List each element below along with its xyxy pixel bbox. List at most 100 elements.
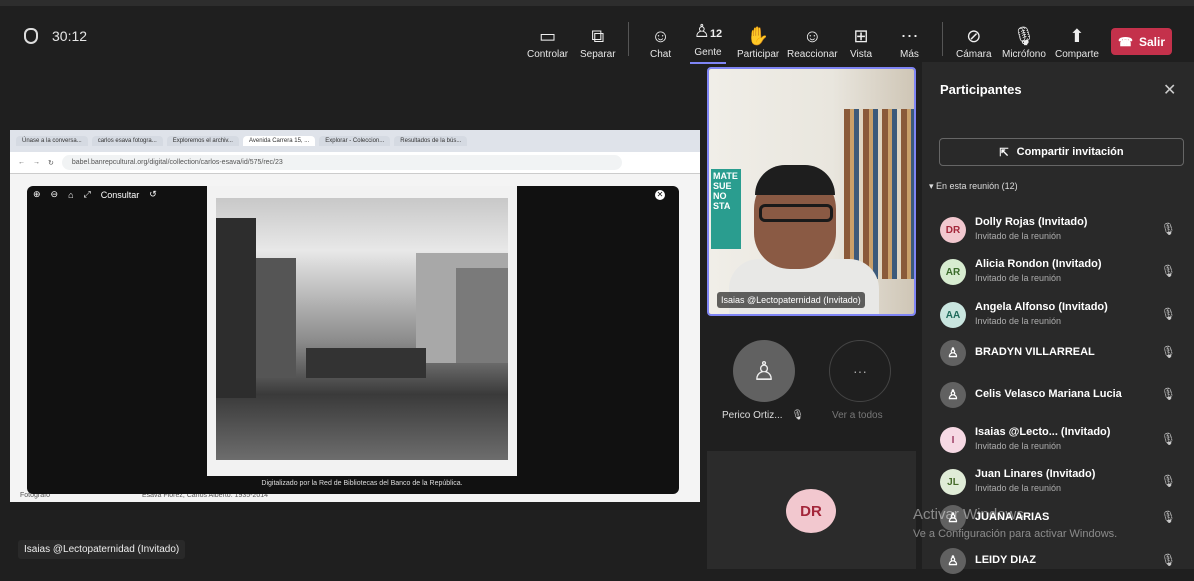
caret-down-icon: ▾	[929, 181, 934, 191]
participant-role: Invitado de la reunión	[975, 483, 1062, 493]
forward-icon[interactable]: →	[33, 159, 40, 166]
mic-status-icon: 🎙	[1160, 345, 1176, 359]
camara-button[interactable]: ⊘ Cámara	[956, 14, 992, 64]
participant-row[interactable]: DR Dolly Rojas (Invitado) Invitado de la r…	[940, 210, 1190, 250]
people-count: 12	[709, 28, 723, 40]
ver-todos-button[interactable]: ···	[829, 340, 891, 402]
browser-tab[interactable]: Avenida Carrera 15, ...	[242, 136, 316, 146]
participant-name: Alicia Rondon (Invitado)	[975, 258, 1102, 270]
reload-icon[interactable]: ↻	[48, 159, 54, 167]
mic-status-icon: 🎙	[1160, 432, 1176, 446]
participar-button[interactable]: ✋ Participar	[737, 14, 779, 64]
rotate-icon[interactable]: ↺	[149, 189, 157, 200]
building-left-2	[256, 258, 296, 378]
smiley-icon: ☺	[803, 26, 822, 46]
participant-avatar: DR	[940, 217, 966, 243]
participant-row[interactable]: JL Juan Linares (Invitado) Invitado de la …	[940, 462, 1190, 502]
separar-button[interactable]: ⧉ Separar	[580, 14, 616, 64]
zoom-in-icon[interactable]: ⊕	[33, 189, 41, 200]
participant-row[interactable]: ♙ Celis Velasco Mariana Lucia 🎙	[940, 375, 1190, 415]
mic-status-icon: 🎙	[1160, 307, 1176, 321]
participant-avatar: ♙	[940, 382, 966, 408]
bookshelf	[844, 109, 914, 279]
shield-icon	[24, 28, 38, 44]
participant-row[interactable]: AA Angela Alfonso (Invitado) Invitado de l…	[940, 295, 1190, 335]
participant-name: Isaias @Lecto... (Invitado)	[975, 426, 1111, 438]
browser-tab[interactable]: Exploremos el archiv...	[166, 136, 239, 146]
vista-button[interactable]: ⊞ Vista	[850, 14, 872, 64]
participant-role: Invitado de la reunión	[975, 441, 1062, 451]
browser-tab[interactable]: Únase a la conversa...	[16, 136, 88, 146]
perico-label: Perico Ortiz... 🎙	[722, 410, 804, 421]
video-tile-name: Isaias @Lectopaternidad (Invitado)	[717, 292, 865, 308]
chat-label: Chat	[650, 49, 672, 60]
control-icon: ▭	[539, 26, 557, 46]
participant-name: LEIDY DIAZ	[975, 554, 1036, 566]
compartir-label: Comparte	[1055, 49, 1099, 60]
browser-tab[interactable]: carlos esava fotogra...	[91, 136, 163, 146]
participant-row[interactable]: ♙ BRADYN VILLARREAL 🎙	[940, 333, 1190, 373]
popout-icon: ⧉	[591, 26, 605, 46]
parked-cars	[306, 348, 426, 378]
microfono-button[interactable]: 🎙 Micrófono	[1002, 14, 1046, 64]
participant-role: Invitado de la reunión	[975, 316, 1062, 326]
mic-status-icon: 🎙	[1160, 264, 1176, 278]
browser-tab-strip: Únase a la conversa... carlos esava foto…	[10, 130, 700, 152]
chat-icon: ☺	[651, 26, 670, 46]
compartir-button[interactable]: ⬆ Comparte	[1055, 14, 1099, 64]
viewer-toolbar: ⊕ ⊖ ⌂ ⤢ Consultar ↺	[33, 189, 157, 200]
close-viewer-icon[interactable]: ✕	[655, 190, 665, 200]
participant-video-tile[interactable]: MATE SUE NO STA Isaias @Lectopaternidad (In…	[707, 67, 916, 316]
camara-label: Cámara	[956, 49, 992, 60]
participant-row[interactable]: AR Alicia Rondon (Invitado) Invitado de la…	[940, 252, 1190, 292]
photo-caption: Digitalizado por la Red de Bibliotecas d…	[207, 477, 517, 491]
in-meeting-section[interactable]: ▾ En esta reunión (12)	[929, 181, 1018, 192]
mic-status-icon: 🎙	[1160, 553, 1176, 567]
participant-role: Invitado de la reunión	[975, 231, 1062, 241]
participant-row[interactable]: I Isaias @Lecto... (Invitado) Invitado de …	[940, 420, 1190, 460]
street-scene	[216, 198, 508, 460]
home-icon[interactable]: ⌂	[68, 190, 73, 200]
gente-button[interactable]: ♙12 Gente	[690, 14, 726, 64]
mas-button[interactable]: ⋯ Más	[900, 14, 919, 64]
zoom-out-icon[interactable]: ⊖	[51, 189, 59, 200]
watermark-title: Activar Windows	[913, 506, 1024, 523]
browser-tab[interactable]: Resultados de la bús...	[394, 136, 468, 146]
participant-name: BRADYN VILLARREAL	[975, 346, 1095, 358]
participant-avatar: ♙	[940, 548, 966, 574]
browser-address-bar: ← → ↻ babel.banrepcultural.org/digital/c…	[10, 152, 700, 174]
close-icon[interactable]: ✕	[1163, 80, 1176, 100]
browser-tab[interactable]: Explorar - Coleccion...	[319, 136, 391, 146]
back-icon[interactable]: ←	[18, 159, 25, 166]
mic-off-icon: 🎙	[1012, 26, 1036, 46]
participar-label: Participar	[737, 49, 780, 60]
salir-label: Salir	[1138, 34, 1165, 49]
fullscreen-icon[interactable]: ⤢	[84, 189, 91, 200]
perico-avatar[interactable]: ♙	[733, 340, 795, 402]
camera-off-icon: ⊘	[966, 26, 982, 46]
separar-label: Separar	[580, 49, 616, 60]
microfono-label: Micrófono	[1002, 49, 1046, 60]
consultar-label[interactable]: Consultar	[101, 190, 140, 200]
participant-name: Celis Velasco Mariana Lucia	[975, 388, 1122, 400]
participant-role: Invitado de la reunión	[975, 273, 1062, 283]
share-invite-button[interactable]: ⇱ Compartir invitación	[939, 138, 1184, 166]
reaccionar-button[interactable]: ☺ Reaccionar	[787, 14, 838, 64]
participant-avatar: I	[940, 427, 966, 453]
url-field[interactable]: babel.banrepcultural.org/digital/collect…	[61, 155, 622, 170]
meeting-timer: 30:12	[24, 28, 87, 44]
shared-screen: Únase a la conversa... carlos esava foto…	[10, 130, 700, 502]
ver-todos-label: Ver a todos	[832, 410, 883, 421]
phone-icon: ☎	[1118, 34, 1133, 49]
building-left	[216, 218, 256, 398]
chat-button[interactable]: ☺ Chat	[650, 14, 671, 64]
salir-button[interactable]: ☎ Salir	[1111, 28, 1172, 55]
controlar-label: Controlar	[527, 49, 569, 60]
person-glasses	[759, 204, 833, 222]
more-icon: ···	[853, 363, 867, 379]
share-icon: ⇱	[999, 146, 1009, 159]
participant-row[interactable]: ♙ LEIDY DIAZ 🎙	[940, 541, 1190, 581]
watermark-subtitle: Ve a Configuración para activar Windows.	[913, 528, 1118, 540]
controlar-button[interactable]: ▭ Controlar	[527, 14, 568, 64]
image-viewer: ⊕ ⊖ ⌂ ⤢ Consultar ↺ Digitalizado por la …	[27, 186, 679, 494]
